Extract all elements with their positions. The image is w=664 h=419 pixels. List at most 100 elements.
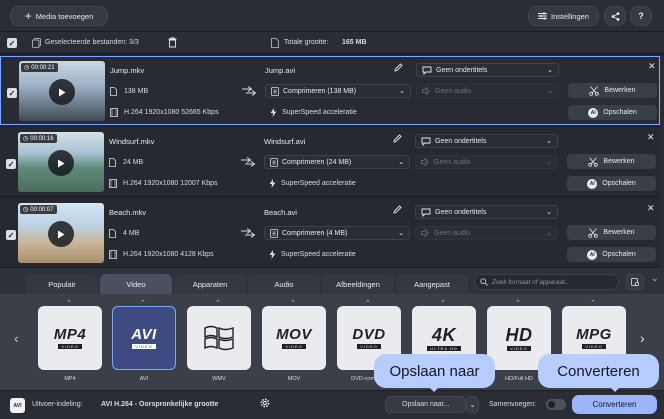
edit-button[interactable]: Bewerken [568, 83, 657, 98]
rename-pencil-icon[interactable] [394, 63, 403, 72]
video-thumbnail[interactable]: ◷ 00:00:16 [18, 132, 104, 192]
tab-populair[interactable]: Populair [26, 274, 98, 294]
app-window: + Media toevoegen Instellingen ? ✓ Gesel… [0, 0, 664, 419]
convert-arrows-icon [240, 157, 256, 167]
play-button[interactable] [48, 221, 74, 247]
output-file-name[interactable]: Jump.avi [265, 66, 295, 75]
remove-file-close-icon[interactable]: ✕ [647, 203, 655, 214]
upscale-button[interactable]: AI Opschalen [568, 105, 657, 120]
file-row[interactable]: ✓ ◷ 00:00:21 Jump.mkv 138 MB H.264 1920x… [0, 56, 660, 125]
merge-toggle[interactable] [546, 399, 566, 410]
settings-button[interactable]: Instellingen [528, 6, 599, 26]
format-tile-mp4[interactable]: MP4 VIDEO [38, 306, 102, 370]
select-all-checkbox[interactable]: ✓ [7, 38, 17, 48]
format-next-arrow[interactable]: › [640, 330, 645, 346]
format-tile-avi[interactable]: AVI VIDEO [112, 306, 176, 370]
chevron-down-icon: ⌄ [399, 88, 405, 95]
convert-tooltip-arrow [610, 387, 620, 392]
edit-label: Bewerken [603, 158, 635, 165]
total-size-value: 165 MB [342, 39, 367, 46]
file-row-checkbox[interactable]: ✓ [6, 159, 16, 169]
subtitles-label: Geen ondertitels [435, 208, 487, 216]
acceleration-label: SuperSpeed acceleratie [281, 251, 356, 258]
tab-audio[interactable]: Audio [248, 274, 320, 294]
scissors-icon [588, 227, 599, 238]
convert-tooltip-text: Converteren [557, 362, 640, 380]
file-row[interactable]: ✓ ◷ 00:00:16 Windsurf.mkv 24 MB H.264 19… [0, 128, 660, 197]
file-row[interactable]: ✓ ◷ 00:00:07 Beach.mkv 4 MB H.264 1920x1… [0, 199, 660, 268]
format-badge: AVI [131, 326, 157, 343]
settings-label: Instellingen [551, 11, 589, 21]
save-to-dropdown[interactable]: ⌄ [466, 396, 479, 413]
format-label: MOV [287, 376, 301, 382]
collapse-panel-icon[interactable]: ⌄ [651, 273, 659, 284]
compress-dropdown[interactable]: Comprimeren (24 MB) ⌄ [264, 155, 410, 169]
add-media-button[interactable]: + Media toevoegen [10, 6, 108, 26]
tab-label: Audio [274, 279, 294, 289]
audio-dropdown[interactable]: Geen audio ⌄ [415, 226, 558, 240]
play-button[interactable] [48, 150, 74, 176]
chevron-down-icon: ⌄ [398, 230, 404, 237]
tab-apparaten[interactable]: Apparaten [174, 274, 246, 294]
output-file-name[interactable]: Windsurf.avi [264, 137, 305, 146]
format-prev-arrow[interactable]: ‹ [14, 330, 19, 346]
help-button[interactable]: ? [630, 6, 652, 26]
chevron-down-icon: ⌄ [547, 67, 553, 74]
compress-label: Comprimeren (4 MB) [282, 229, 348, 237]
video-thumbnail[interactable]: ◷ 00:00:21 [19, 61, 105, 121]
format-tile-wmv[interactable] [187, 306, 251, 370]
upscale-button[interactable]: AI Opschalen [567, 247, 656, 262]
edit-button[interactable]: Bewerken [567, 154, 656, 169]
subtitles-dropdown[interactable]: Geen ondertitels ⌄ [415, 205, 558, 219]
tab-video[interactable]: Video [100, 274, 172, 294]
subtitles-icon [422, 66, 432, 75]
video-thumbnail[interactable]: ◷ 00:00:07 [18, 203, 104, 263]
save-to-label: Opslaan naar... [402, 401, 450, 408]
save-to-tooltip-text: Opslaan naar [389, 362, 480, 380]
audio-label: Geen audio [434, 158, 471, 166]
format-tile-mov[interactable]: MOV VIDEO [262, 306, 326, 370]
trash-icon[interactable] [168, 37, 177, 48]
rename-pencil-icon[interactable] [393, 205, 402, 214]
convert-arrows-icon [241, 86, 257, 96]
subtitles-dropdown[interactable]: Geen ondertitels ⌄ [416, 63, 559, 77]
compress-dropdown[interactable]: Comprimeren (4 MB) ⌄ [264, 226, 410, 240]
remove-file-close-icon[interactable]: ✕ [648, 61, 656, 72]
file-list-scrollbar[interactable] [660, 56, 664, 268]
rename-pencil-icon[interactable] [393, 134, 402, 143]
file-row-checkbox[interactable]: ✓ [7, 88, 17, 98]
format-badge-sub: VIDEO [132, 344, 156, 349]
custom-format-button[interactable] [626, 274, 644, 290]
convert-button[interactable]: Converteren [572, 395, 657, 414]
save-to-button[interactable]: Opslaan naar... [385, 396, 466, 413]
format-badge-sub: VIDEO [282, 344, 306, 349]
duration-text: 00:00:16 [30, 135, 54, 142]
file-row-checkbox[interactable]: ✓ [6, 230, 16, 240]
source-codec-info: H.264 1920x1080 4128 Kbps [123, 251, 214, 258]
format-badge: HD [505, 324, 533, 345]
edit-button[interactable]: Bewerken [567, 225, 656, 240]
output-settings-gear-icon[interactable] [259, 397, 271, 409]
audio-dropdown[interactable]: Geen audio ⌄ [416, 84, 559, 98]
output-file-name[interactable]: Beach.avi [264, 208, 297, 217]
selected-files-label: Geselecteerde bestanden: 3/3 [45, 39, 139, 46]
upscale-button[interactable]: AI Opschalen [567, 176, 656, 191]
share-button[interactable] [604, 6, 626, 26]
sliders-icon [538, 12, 548, 20]
subtitles-icon [421, 137, 431, 146]
scissors-icon [589, 85, 600, 96]
codec-icon [110, 108, 118, 117]
tab-aangepast[interactable]: Aangepast [396, 274, 468, 294]
source-file-name: Jump.mkv [110, 66, 145, 75]
bottom-bar: AVI Uitvoer-indeling: AVI H.264 - Oorspr… [0, 390, 664, 419]
format-badge: MPG [576, 326, 612, 343]
tab-afbeeldingen[interactable]: Afbeeldingen [322, 274, 394, 294]
format-search-input[interactable]: Zoek formaat of apparaat... [474, 274, 619, 290]
play-button[interactable] [49, 79, 75, 105]
audio-dropdown[interactable]: Geen audio ⌄ [415, 155, 558, 169]
compress-dropdown[interactable]: Comprimeren (138 MB) ⌄ [265, 84, 411, 98]
subtitles-dropdown[interactable]: Geen ondertitels ⌄ [415, 134, 558, 148]
remove-file-close-icon[interactable]: ✕ [647, 132, 655, 143]
play-icon [59, 88, 66, 96]
check-icon: ✓ [8, 38, 16, 48]
